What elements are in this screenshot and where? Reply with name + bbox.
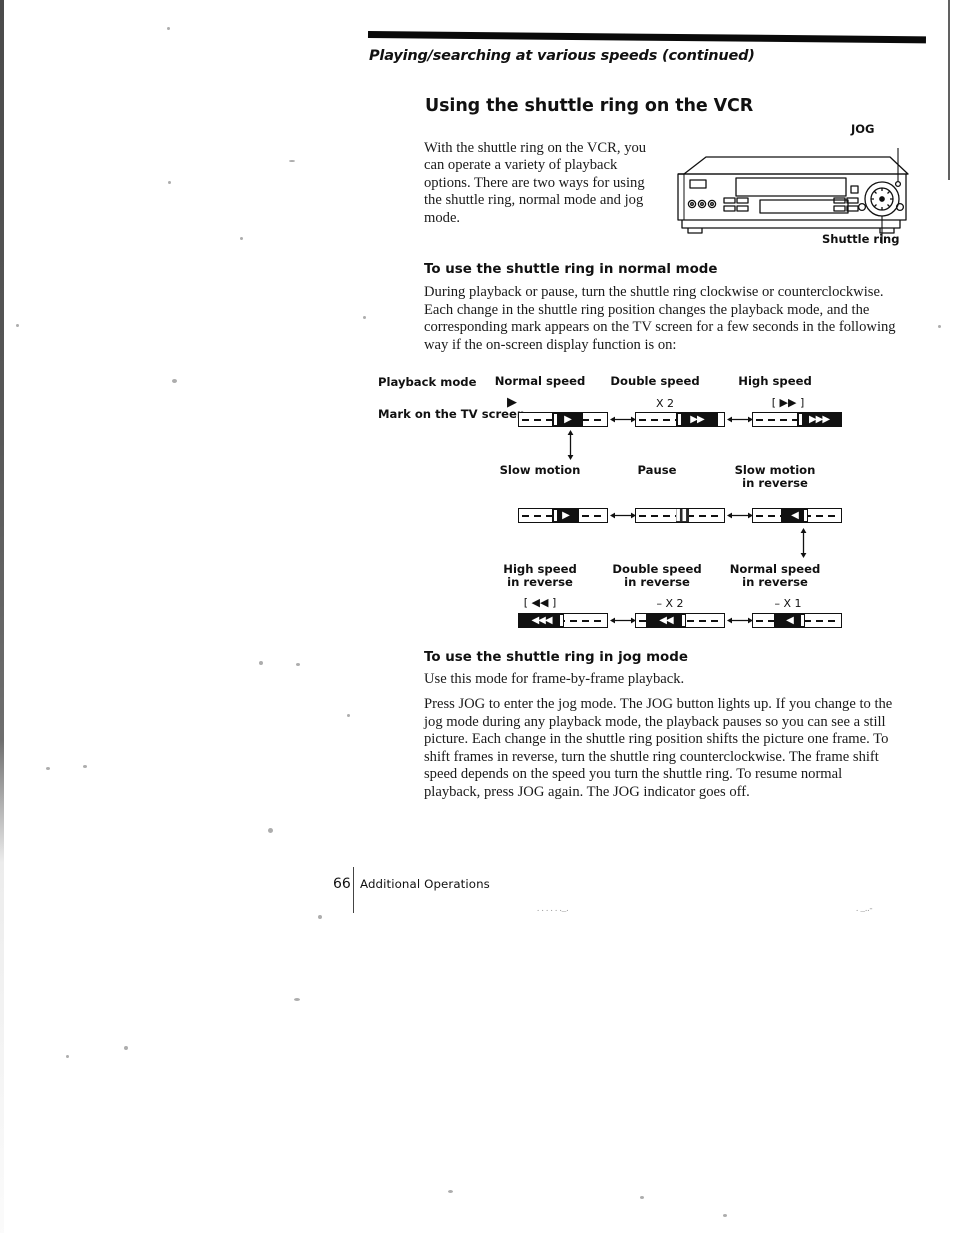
footer-section-name: Additional Operations (360, 877, 490, 891)
page-number: 66 (333, 876, 351, 892)
diagram-cell-caption: [ ◀◀ ] (523, 596, 557, 609)
scan-speck (347, 714, 350, 717)
diagram-cell-title: Double speed (610, 374, 700, 388)
pause-icon: ▌▌ (676, 509, 689, 521)
diagram-cell-title: High speed (738, 374, 812, 388)
connector-arrow-horizontal (610, 512, 636, 519)
connector-arrow-vertical (800, 528, 807, 558)
diagram-cell-title: Pause (637, 463, 677, 477)
diagram-cell-caption: [ ▶▶ ] (771, 396, 805, 409)
page-title: Using the shuttle ring on the VCR (425, 96, 754, 116)
scan-speck (448, 1190, 453, 1193)
diagram-cell-caption: ▶ (507, 395, 517, 410)
scan-speck (723, 1214, 727, 1217)
play-arrow-icon: ▶ (564, 413, 572, 425)
diagram-cell-title: Slow motion in reverse (734, 463, 816, 490)
vcr-front-panel-drawing (677, 148, 909, 244)
scan-smudge: . _..- (856, 903, 873, 913)
scan-speck (240, 237, 243, 240)
scan-speck (172, 379, 177, 383)
connector-arrow-vertical (567, 430, 574, 460)
scan-smudge: . . . . . ._. (537, 903, 569, 913)
scan-speck (938, 325, 941, 328)
tv-mark-normal-speed-reverse: ◀ (752, 613, 842, 628)
diagram-row-label-playback-mode: Playback mode (378, 375, 477, 389)
connector-arrow-horizontal (727, 416, 753, 423)
double-reverse-arrow-icon: ◀◀ (659, 614, 673, 626)
scan-speck (640, 1196, 644, 1199)
slow-reverse-arrow-icon: ◀ (791, 509, 799, 521)
header-rule (367, 31, 927, 44)
scan-speck (294, 998, 300, 1001)
scan-speck (318, 915, 322, 919)
diagram-cell-title: Normal speed (494, 374, 586, 388)
diagram-cell-caption: X 2 (655, 397, 675, 410)
tv-mark-high-speed: ▶▶▶ (752, 412, 842, 427)
double-arrow-icon: ▶▶ (690, 413, 704, 425)
scan-speck (296, 663, 300, 666)
diagram-cell-caption: – X 1 (774, 597, 802, 610)
scan-speck (83, 765, 87, 768)
reverse-arrow-icon: ◀ (786, 614, 794, 626)
jog-callout-label: JOG (851, 122, 875, 136)
tv-mark-normal-speed: ▶ (518, 412, 608, 427)
triple-arrow-icon: ▶▶▶ (808, 413, 830, 425)
connector-arrow-horizontal (610, 617, 636, 624)
diagram-cell-title: High speed in reverse (503, 562, 577, 589)
scan-edge-shadow-left (0, 0, 4, 1233)
normal-mode-heading: To use the shuttle ring in normal mode (424, 262, 718, 277)
tv-mark-pause: ▌▌ (635, 508, 725, 523)
connector-arrow-horizontal (727, 617, 753, 624)
shuttle-ring-mode-diagram: Playback mode Mark on the TV screen Norm… (370, 368, 870, 640)
scan-speck (46, 767, 50, 770)
slow-play-arrow-icon: ▶ (562, 509, 570, 521)
tv-mark-double-speed-reverse: ◀◀ (635, 613, 725, 628)
tv-mark-high-speed-reverse: ◀◀◀ (518, 613, 608, 628)
scan-speck (168, 181, 171, 184)
triple-reverse-arrow-icon: ◀◀◀ (531, 614, 552, 626)
running-head-title: Playing/searching at various speeds (369, 48, 658, 64)
diagram-cell-title: Normal speed in reverse (729, 562, 821, 589)
scan-speck (124, 1046, 128, 1050)
diagram-cell-title: Slow motion (499, 463, 581, 477)
jog-mode-heading: To use the shuttle ring in jog mode (424, 650, 688, 665)
vcr-illustration: JOG Shuttle ring (668, 122, 918, 257)
jog-mode-paragraph-1: Use this mode for frame-by-frame playbac… (424, 671, 685, 687)
scan-speck (167, 27, 170, 30)
scan-speck (16, 324, 19, 327)
tv-mark-double-speed: ▶▶ (635, 412, 725, 427)
footer-divider (353, 867, 355, 913)
running-head: Playing/searching at various speeds (con… (369, 48, 929, 64)
connector-arrow-horizontal (727, 512, 753, 519)
running-head-continued: (continued) (662, 48, 755, 64)
normal-mode-paragraph: During playback or pause, turn the shutt… (424, 284, 896, 353)
connector-arrow-horizontal (610, 416, 636, 423)
scan-speck (363, 316, 366, 319)
scan-edge-shadow-right (948, 0, 950, 180)
scan-speck (66, 1055, 69, 1058)
diagram-cell-caption: – X 2 (656, 597, 684, 610)
tv-mark-slow-motion-reverse: ◀ (752, 508, 842, 523)
tv-mark-slow-motion: ▶ (518, 508, 608, 523)
intro-paragraph: With the shuttle ring on the VCR, you ca… (424, 140, 647, 226)
jog-mode-paragraph-2: Press JOG to enter the jog mode. The JOG… (424, 696, 893, 800)
scan-speck (268, 828, 273, 833)
scan-speck (259, 661, 263, 665)
scan-speck (289, 160, 295, 162)
diagram-cell-title: Double speed in reverse (612, 562, 702, 589)
